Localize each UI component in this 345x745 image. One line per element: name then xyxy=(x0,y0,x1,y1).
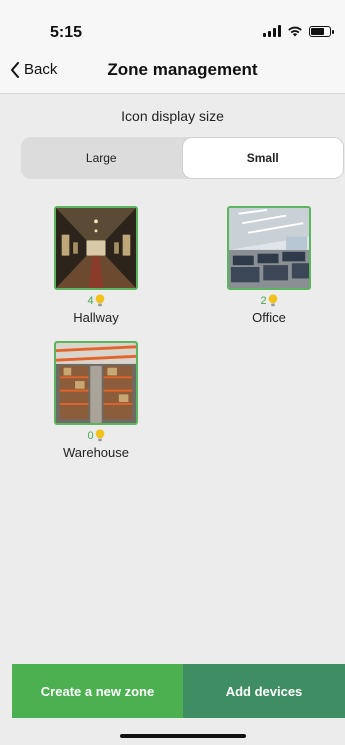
zone-image-hallway xyxy=(54,206,138,290)
status-bar: 5:15 xyxy=(0,0,345,48)
lightbulb-icon xyxy=(268,294,277,307)
app-screen: 5:15 Back Zone management Icon display s… xyxy=(0,0,345,745)
add-devices-button[interactable]: Add devices xyxy=(183,664,345,718)
battery-icon xyxy=(309,25,334,37)
warehouse-image xyxy=(56,343,136,423)
zone-count-value: 0 xyxy=(87,429,94,442)
create-zone-button[interactable]: Create a new zone xyxy=(12,664,183,718)
zone-name: Office xyxy=(252,310,286,325)
action-bar: Create a new zone Add devices xyxy=(12,664,345,718)
signal-icon xyxy=(263,25,281,37)
lightbulb-icon xyxy=(95,294,104,307)
office-image xyxy=(229,208,309,288)
icon-size-selector: Large Small xyxy=(21,137,344,179)
home-indicator[interactable] xyxy=(120,734,246,738)
lightbulb-icon xyxy=(95,429,104,442)
wifi-icon xyxy=(288,26,302,37)
status-icons xyxy=(263,25,334,37)
zone-tile-warehouse[interactable]: 0 Warehouse xyxy=(36,341,156,460)
status-time: 5:15 xyxy=(50,24,83,41)
home-area xyxy=(0,718,345,745)
zone-count-value: 4 xyxy=(87,294,94,307)
zone-light-count: 0 xyxy=(36,429,156,442)
battery-fill xyxy=(311,27,324,35)
navigation-bar: Back Zone management xyxy=(0,48,345,94)
zone-image-warehouse xyxy=(54,341,138,425)
zone-name: Warehouse xyxy=(63,445,129,460)
icon-size-label: Icon display size xyxy=(121,108,224,124)
segment-small[interactable]: Small xyxy=(182,138,343,178)
segment-large[interactable]: Large xyxy=(21,137,182,179)
zone-light-count: 4 xyxy=(36,294,156,307)
hallway-image xyxy=(56,208,136,288)
zone-light-count: 2 xyxy=(209,294,329,307)
zone-count-value: 2 xyxy=(260,294,267,307)
page-title: Zone management xyxy=(107,60,258,79)
zone-tile-hallway[interactable]: 4 Hallway xyxy=(36,206,156,325)
zone-name: Hallway xyxy=(73,310,119,325)
zone-image-office xyxy=(227,206,311,290)
zone-tile-office[interactable]: 2 Office xyxy=(209,206,329,325)
